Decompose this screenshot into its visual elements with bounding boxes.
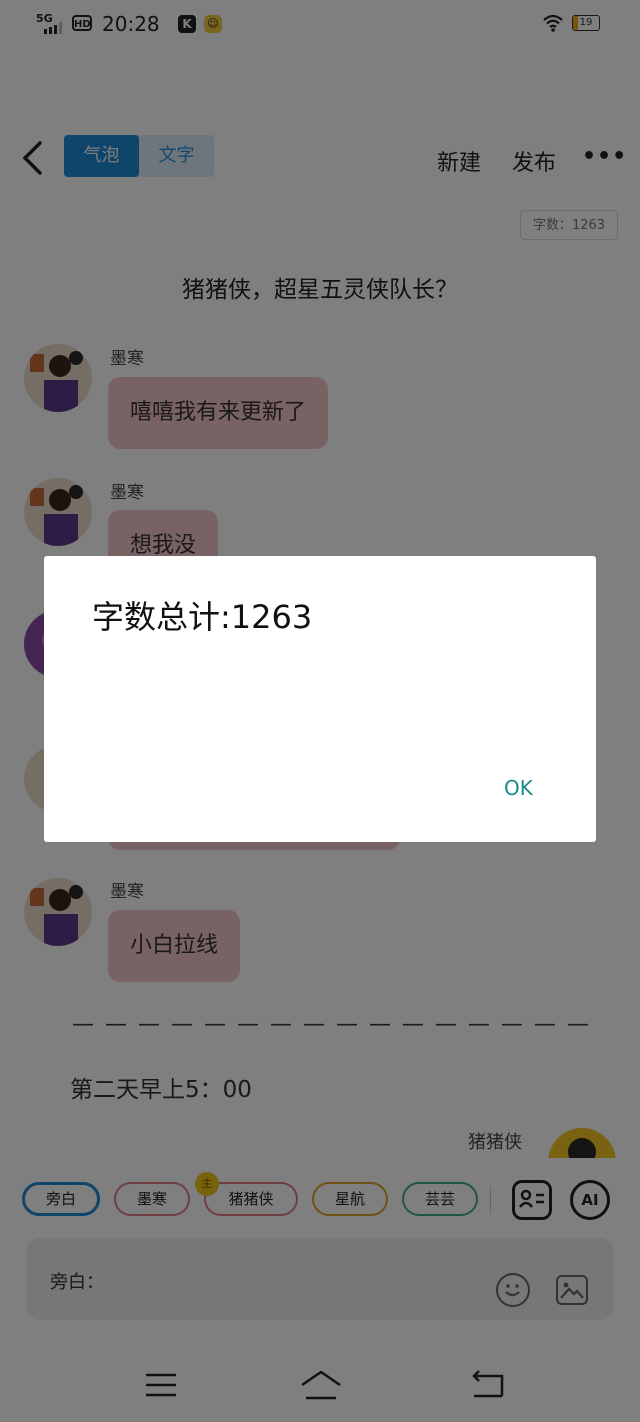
ok-button[interactable]: OK xyxy=(504,776,533,800)
word-count-dialog: 字数总计:1263 OK xyxy=(44,556,596,842)
dialog-message: 字数总计:1263 xyxy=(92,598,313,636)
